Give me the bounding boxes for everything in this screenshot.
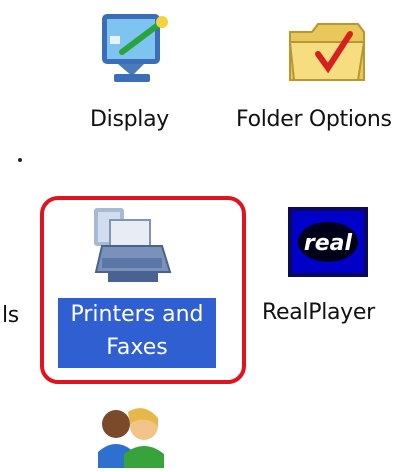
printer-icon[interactable] xyxy=(88,206,176,290)
folder-options-label: Folder Options xyxy=(236,107,392,132)
printers-and-faxes-label[interactable]: Printers and Faxes xyxy=(58,298,216,368)
partial-icon-label: ls xyxy=(2,303,19,328)
user-accounts-icon[interactable] xyxy=(90,398,170,468)
stray-dot xyxy=(18,158,22,162)
folder-options-icon[interactable] xyxy=(284,10,370,88)
realplayer-label: RealPlayer xyxy=(262,300,375,325)
realplayer-logo-text: real xyxy=(304,231,353,256)
printers-label-line1: Printers and xyxy=(70,302,204,327)
display-label: Display xyxy=(90,107,169,132)
printers-label-line2: Faxes xyxy=(106,335,168,360)
display-icon[interactable] xyxy=(92,6,172,90)
realplayer-icon[interactable]: real xyxy=(286,203,370,281)
